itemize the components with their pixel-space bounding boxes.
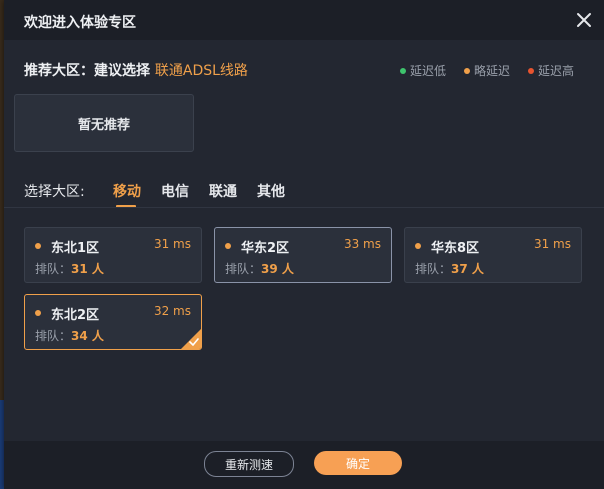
server-name: 华东8区: [431, 241, 480, 256]
retest-button[interactable]: 重新测速: [204, 451, 294, 477]
server-queue: 排队：39 人: [225, 262, 294, 276]
server-name: 东北2区: [51, 308, 100, 323]
recommend-highlight: 联通ADSL线路: [154, 63, 248, 79]
latency-dot-icon: [225, 243, 231, 249]
dialog-footer: 重新测速 确定: [4, 441, 604, 489]
server-ping: 32 ms: [153, 304, 191, 318]
server-card-huadong8[interactable]: 华东8区 31 ms 排队：37 人: [404, 227, 582, 283]
close-button[interactable]: [576, 12, 592, 28]
legend-high-label: 延迟高: [537, 64, 574, 78]
server-queue: 排队：34 人: [35, 329, 104, 343]
latency-dot-icon: [35, 310, 41, 316]
latency-dot-icon: [35, 243, 41, 249]
server-card-huadong2[interactable]: 华东2区 33 ms 排队：39 人: [214, 227, 392, 283]
server-ping: 33 ms: [343, 237, 381, 251]
tabs-divider: [4, 207, 604, 208]
region-label: 选择大区:: [24, 184, 85, 200]
green-dot-icon: [399, 67, 406, 74]
server-name: 东北1区: [51, 241, 100, 256]
server-card-dongbei2[interactable]: 东北2区 32 ms 排队：34 人: [24, 294, 202, 350]
server-queue: 排队：31 人: [35, 262, 104, 276]
dialog-title: 欢迎进入体验专区: [24, 15, 136, 31]
legend-high: 延迟高: [527, 62, 574, 79]
recommend-text: 推荐大区：建议选择 联通ADSL线路: [24, 60, 248, 80]
server-ping: 31 ms: [533, 237, 571, 251]
close-icon: [577, 13, 591, 27]
server-queue: 排队：37 人: [415, 262, 484, 276]
check-icon: [189, 338, 199, 346]
confirm-button[interactable]: 确定: [314, 451, 402, 475]
server-select-dialog: 欢迎进入体验专区 推荐大区：建议选择 联通ADSL线路 延迟低 略延迟 延迟高 …: [4, 0, 604, 489]
dialog-titlebar: 欢迎进入体验专区: [4, 0, 604, 40]
tab-unicom[interactable]: 联通: [209, 181, 237, 201]
latency-dot-icon: [415, 243, 421, 249]
tab-mobile[interactable]: 移动: [113, 181, 141, 201]
legend-low: 延迟低: [399, 62, 446, 79]
orange-dot-icon: [463, 67, 470, 74]
tab-other[interactable]: 其他: [257, 181, 285, 201]
recommend-prefix: 推荐大区：建议选择: [24, 63, 150, 79]
server-card-dongbei1[interactable]: 东北1区 31 ms 排队：31 人: [24, 227, 202, 283]
legend-mid-label: 略延迟: [473, 64, 510, 78]
legend-low-label: 延迟低: [409, 64, 446, 78]
tab-telecom[interactable]: 电信: [161, 181, 189, 201]
no-recommendation-box: 暂无推荐: [14, 94, 194, 152]
server-name: 华东2区: [241, 241, 290, 256]
server-ping: 31 ms: [153, 237, 191, 251]
legend-mid: 略延迟: [463, 62, 510, 79]
latency-legend: 延迟低 略延迟 延迟高: [399, 62, 574, 79]
red-dot-icon: [527, 67, 534, 74]
